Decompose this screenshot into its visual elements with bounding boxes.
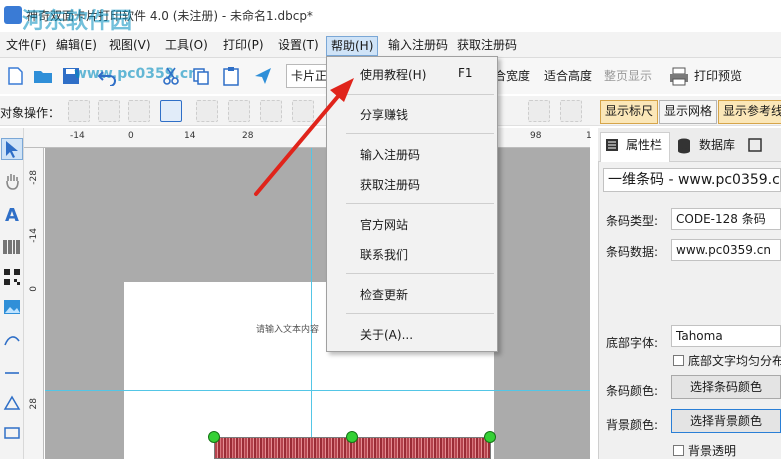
align-center-icon[interactable] [228,100,250,122]
hand-tool-icon[interactable] [1,170,23,192]
tab-properties-label[interactable]: 属性栏 [626,136,662,153]
menu-separator [346,313,494,314]
watermark-logo: 河东软件园 [22,9,133,34]
menu-item-tutorial-shortcut: F1 [458,66,473,80]
barcode-data-label: 条码数据: [606,245,659,259]
menu-item-contact[interactable]: 联系我们 [360,246,408,263]
align-right-icon[interactable] [260,100,282,122]
qrcode-tool-icon[interactable] [1,266,23,288]
image-tool-icon[interactable] [1,296,23,318]
menu-item-about[interactable]: 关于(A)... [360,326,413,343]
menu-settings[interactable]: 设置(T) [274,36,323,56]
ruler-top-label: 1 [586,131,592,141]
new-file-icon[interactable] [2,63,28,89]
bg-transparent-label: 背景透明 [688,444,737,458]
vertical-ruler [24,148,44,459]
line-tool-icon[interactable] [1,362,23,384]
same-size-icon[interactable] [560,100,582,122]
bg-transparent-checkbox[interactable]: 背景透明 [673,442,736,459]
spread-text-checkbox[interactable]: 底部文字均匀分布 [673,352,781,369]
ruler-top-label: -14 [70,131,85,141]
triangle-tool-icon[interactable] [1,392,23,414]
menu-separator [346,203,494,204]
send-back-icon[interactable] [128,100,150,122]
ruler-left-label: -28 [29,170,39,185]
choose-bg-color-button[interactable]: 选择背景颜色 [671,409,781,433]
properties-tab-icon [605,138,619,155]
menu-item-tutorial[interactable]: 使用教程(H) [360,66,426,83]
resize-handle[interactable] [346,431,358,443]
choose-barcode-color-button[interactable]: 选择条码颜色 [671,375,781,399]
menu-item-enter-code[interactable]: 输入注册码 [360,146,420,163]
menu-edit[interactable]: 编辑(E) [52,36,101,56]
menu-item-website[interactable]: 官方网站 [360,216,408,233]
undo-icon[interactable] [94,63,120,89]
object-type-field: 一维条码 - www.pc0359.cn [603,168,781,192]
fit-height-button[interactable]: 适合高度 [544,67,592,84]
send-icon[interactable] [250,63,276,89]
align-group-icon[interactable] [68,100,90,122]
print-preview-button[interactable]: 打印预览 [694,67,742,84]
menu-view[interactable]: 视图(V) [105,36,155,56]
copy-icon[interactable] [188,63,214,89]
bottom-font-label: 底部字体: [606,336,659,350]
page-view-button[interactable]: 整页显示 [604,67,652,84]
menu-separator [346,133,494,134]
ruler-top-label: 28 [242,131,254,141]
menu-item-get-code[interactable]: 获取注册码 [360,176,420,193]
vertical-guide-line[interactable] [311,148,312,459]
menu-help[interactable]: 帮助(H) [326,36,379,56]
paste-icon[interactable] [218,63,244,89]
resize-handle[interactable] [208,431,220,443]
menu-tools[interactable]: 工具(O) [161,36,212,56]
show-grid-toggle[interactable]: 显示网格 [659,100,718,124]
horizontal-guide-line[interactable] [45,390,590,391]
ruler-left-label: 28 [29,398,39,410]
barcode-type-label: 条码类型: [606,214,659,228]
bottom-font-select[interactable]: Tahoma [671,325,781,347]
bring-front-icon[interactable] [98,100,120,122]
cut-icon[interactable] [158,63,184,89]
help-dropdown-menu [326,56,498,352]
menu-separator [346,273,494,274]
menu-enter-code[interactable]: 输入注册码 [384,36,452,56]
ruler-top-label: 14 [184,131,196,141]
app-icon [4,6,22,24]
bg-color-label: 背景颜色: [606,418,659,432]
database-tab-icon [677,138,691,157]
menu-file[interactable]: 文件(F) [2,36,50,56]
menu-print[interactable]: 打印(P) [219,36,268,56]
barcode-data-input[interactable]: www.pc0359.cn [671,239,781,261]
align-top-icon[interactable] [292,100,314,122]
curve-tool-icon[interactable] [1,330,23,352]
align-left-icon[interactable] [196,100,218,122]
horizontal-ruler [24,128,590,148]
barcode-type-select[interactable]: CODE-128 条码 [671,208,781,230]
rectangle-tool-icon[interactable] [1,422,23,444]
show-guides-toggle[interactable]: 显示参考线 [718,100,781,124]
object-ops-label: 对象操作： [0,106,61,120]
pointer-tool-icon[interactable] [1,138,23,160]
resize-handle[interactable] [484,431,496,443]
barcode-color-label: 条码颜色: [606,384,659,398]
menu-item-share[interactable]: 分享赚钱 [360,106,408,123]
show-ruler-toggle[interactable]: 显示标尺 [600,100,659,124]
tab-database[interactable]: 数据库 [699,136,735,153]
open-folder-icon[interactable] [30,63,56,89]
text-placeholder[interactable]: 请输入文本内容 [256,322,319,335]
menu-separator [346,94,494,95]
ruler-left-label: 0 [29,286,39,292]
ruler-left-label: -14 [29,228,39,243]
ruler-top-label: 98 [530,131,542,141]
group-icon[interactable] [160,100,182,122]
menu-get-code[interactable]: 获取注册码 [453,36,521,56]
barcode-tool-icon[interactable] [1,236,23,258]
spread-text-label: 底部文字均匀分布 [688,354,781,368]
printer-icon[interactable] [666,63,692,89]
text-tool-icon[interactable]: A [1,204,23,226]
distribute-icon[interactable] [528,100,550,122]
more-tab-icon[interactable] [748,138,762,155]
ruler-top-label: 0 [128,131,134,141]
menu-item-check-update[interactable]: 检查更新 [360,286,408,303]
